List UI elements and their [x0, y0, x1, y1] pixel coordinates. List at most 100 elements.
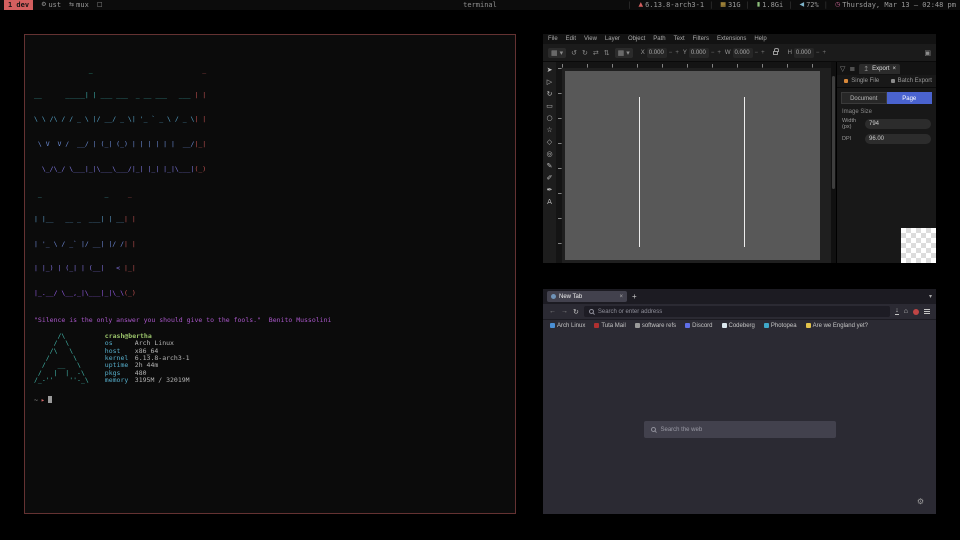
list-all-tabs-icon[interactable]: ▾	[929, 293, 932, 300]
document-button[interactable]: Document	[841, 92, 887, 104]
spinbox-value[interactable]: 0.000	[733, 48, 753, 58]
spinbox-value[interactable]: 0.000	[794, 48, 814, 58]
toolbox-tool-icon[interactable]: A	[544, 196, 555, 207]
scale-stroke-icon[interactable]: ▣	[924, 49, 931, 57]
spinbox-decrement[interactable]: −	[668, 50, 674, 56]
spinbox-increment[interactable]: +	[716, 50, 722, 56]
ascii-art-text: _	[34, 66, 198, 74]
vertical-ruler[interactable]	[556, 68, 562, 263]
menu-item[interactable]: Object	[628, 36, 645, 42]
module-icon: ⇆	[69, 0, 74, 10]
ascii-art-text: __ _____| | ___ ___ _ __ ___ ___	[34, 91, 194, 99]
url-bar[interactable]: Search or enter address	[584, 306, 890, 317]
back-icon[interactable]: ←	[549, 308, 556, 315]
close-icon[interactable]: ×	[892, 66, 896, 72]
statusbar-module[interactable]: ⚙ ust	[41, 0, 61, 10]
toolbox-tool-icon[interactable]: ✎	[544, 160, 555, 171]
toolbox-tool-icon[interactable]: ◇	[544, 136, 555, 147]
page-button[interactable]: Page	[887, 92, 933, 104]
bookmark-label: Discord	[692, 323, 712, 329]
vertical-path-line[interactable]	[639, 97, 640, 246]
toolbox-tool-icon[interactable]: ▷	[544, 76, 555, 87]
spinbox-value[interactable]: 0.000	[689, 48, 709, 58]
tab-close-icon[interactable]: ×	[619, 294, 623, 300]
web-search-box[interactable]: Search the web	[644, 421, 836, 438]
scrollbar-thumb[interactable]	[832, 76, 835, 189]
browser-tab[interactable]: New Tab ×	[547, 291, 627, 302]
spinbox-increment[interactable]: +	[674, 50, 680, 56]
flip-vertical-icon[interactable]: ⇅	[604, 49, 610, 57]
spinbox-increment[interactable]: +	[821, 50, 827, 56]
toolbox-tool-icon[interactable]: ✐	[544, 172, 555, 183]
menu-item[interactable]: Text	[674, 36, 685, 42]
menu-item[interactable]: Help	[754, 36, 766, 42]
bookmark-item[interactable]: Arch Linux	[550, 323, 585, 329]
inkscape-canvas[interactable]	[556, 62, 831, 263]
terminal-window[interactable]: _ _ __ _____| | ___ ___ _ __ ___ ___ | |…	[24, 34, 516, 514]
shell-prompt[interactable]: ~ ▸	[34, 396, 506, 404]
export-dialog-tab[interactable]: ↥ Export ×	[859, 64, 900, 74]
toolbox-tool-icon[interactable]: ↻	[544, 88, 555, 99]
extension-icon[interactable]	[913, 309, 919, 315]
toolbox-tool-icon[interactable]: ▭	[544, 100, 555, 111]
selection-mode-dropdown[interactable]: ▦ ▾	[548, 48, 566, 58]
height-spinbox[interactable]: H 0.000 − +	[788, 48, 827, 58]
home-icon[interactable]: ⌂	[904, 308, 908, 315]
bookmark-item[interactable]: Are we England yet?	[806, 323, 868, 329]
bookmark-item[interactable]: Codeberg	[722, 323, 755, 329]
width-input[interactable]: 794	[865, 119, 931, 129]
reload-icon[interactable]: ↻	[573, 308, 579, 316]
chevron-down-icon: ▾	[560, 49, 564, 57]
menu-item[interactable]: Extensions	[717, 36, 746, 42]
chevron-down-icon: ▾	[626, 49, 630, 57]
fetch-row: memory3195M / 32019M	[105, 377, 190, 384]
spinbox[interactable]: Y 0.000 − +	[683, 48, 722, 58]
export-mode-tab[interactable]: Single File	[837, 75, 887, 87]
spinbox[interactable]: W 0.000 − +	[725, 48, 766, 58]
bookmark-item[interactable]: Photopea	[764, 323, 797, 329]
downloads-icon[interactable]: ↓	[895, 308, 899, 315]
rotate-cw-icon[interactable]: ↻	[582, 49, 588, 57]
menu-item[interactable]: Layer	[605, 36, 620, 42]
statusbar-module[interactable]: ⇆ mux	[69, 0, 89, 10]
canvas-page[interactable]	[565, 71, 820, 260]
bookmark-item[interactable]: software refs	[635, 323, 676, 329]
spinbox-value[interactable]: 0.000	[647, 48, 667, 58]
forward-icon[interactable]: →	[561, 308, 568, 315]
align-dropdown[interactable]: ▦ ▾	[615, 48, 633, 58]
spinbox-increment[interactable]: +	[760, 50, 766, 56]
menu-item[interactable]: View	[584, 36, 597, 42]
bookmark-item[interactable]: Tuta Mail	[594, 323, 625, 329]
fill-stroke-icon[interactable]: ▽	[840, 65, 845, 73]
menu-item[interactable]: Path	[653, 36, 665, 42]
workspace-indicator[interactable]: 1 dev	[4, 0, 33, 10]
spinbox-decrement[interactable]: −	[710, 50, 716, 56]
toolbox-tool-icon[interactable]: ◎	[544, 148, 555, 159]
spinbox-decrement[interactable]: −	[815, 50, 821, 56]
lock-ratio-icon[interactable]	[773, 51, 778, 55]
menu-item[interactable]: Filters	[693, 36, 709, 42]
personalize-gear-icon[interactable]: ⚙	[917, 497, 924, 506]
new-tab-button[interactable]: +	[632, 292, 637, 301]
menu-item[interactable]: Edit	[566, 36, 576, 42]
toolbox-tool-icon[interactable]: ○	[544, 112, 555, 123]
menu-icon[interactable]	[924, 309, 930, 314]
dpi-input[interactable]: 96.00	[865, 134, 931, 144]
horizontal-ruler[interactable]	[562, 62, 831, 68]
spinbox[interactable]: X 0.000 − +	[641, 48, 680, 58]
flip-horizontal-icon[interactable]: ⇄	[593, 49, 599, 57]
menu-item[interactable]: File	[548, 36, 558, 42]
toolbox-tool-icon[interactable]: ☆	[544, 124, 555, 135]
system-fetch: /\ / \ /\ \ / \ / __ \ / | | -\ /_-'' ''…	[34, 333, 506, 385]
inkscape-window[interactable]: File Edit View Layer Object Path Text Fi…	[543, 34, 936, 263]
rotate-ccw-icon[interactable]: ↺	[571, 49, 577, 57]
layers-icon[interactable]: ≣	[849, 65, 855, 73]
spinbox-decrement[interactable]: −	[754, 50, 760, 56]
export-mode-tab[interactable]: Batch Export	[887, 75, 937, 87]
bookmark-item[interactable]: Discord	[685, 323, 712, 329]
browser-window[interactable]: New Tab × + ▾ ← → ↻ Search or enter addr…	[543, 289, 936, 514]
vertical-path-line[interactable]	[744, 97, 745, 246]
toolbox-tool-icon[interactable]: ✒	[544, 184, 555, 195]
statusbar-module[interactable]: □	[97, 0, 105, 10]
toolbox-tool-icon[interactable]: ➤	[544, 64, 555, 75]
